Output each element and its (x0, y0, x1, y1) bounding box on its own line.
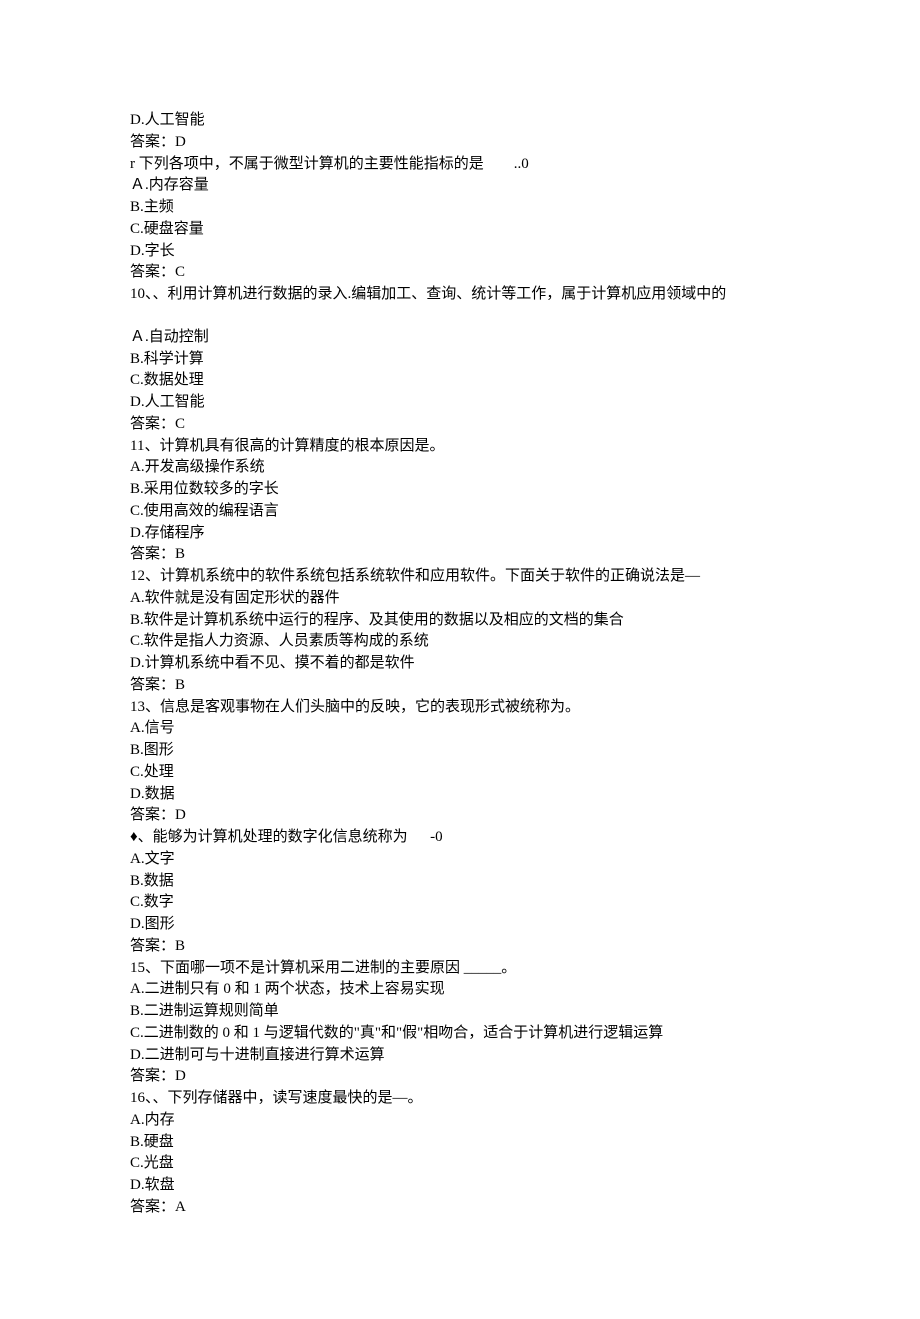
text-line: C.硬盘容量 (130, 219, 790, 241)
text-line: A.信号 (130, 718, 790, 740)
text-line: 15、下面哪一项不是计算机采用二进制的主要原因 _____。 (130, 958, 790, 980)
text-line: D.存储程序 (130, 523, 790, 545)
text-line: B.图形 (130, 740, 790, 762)
text-line: D.人工智能 (130, 110, 790, 132)
text-line: C.数字 (130, 892, 790, 914)
text-line: 答案：C (130, 262, 790, 284)
text-line: 答案：D (130, 805, 790, 827)
text-line: 答案：D (130, 132, 790, 154)
text-line: D.计算机系统中看不见、摸不着的都是软件 (130, 653, 790, 675)
text-line: B.科学计算 (130, 349, 790, 371)
document-page: D.人工智能答案：Dr 下列各项中，不属于微型计算机的主要性能指标的是 ..0Ａ… (0, 0, 920, 1319)
text-line: D.软盘 (130, 1175, 790, 1197)
text-line: C.数据处理 (130, 370, 790, 392)
text-line: 答案：B (130, 936, 790, 958)
text-line: ♦、能够为计算机处理的数字化信息统称为 -0 (130, 827, 790, 849)
text-line: A.文字 (130, 849, 790, 871)
document-body: D.人工智能答案：Dr 下列各项中，不属于微型计算机的主要性能指标的是 ..0Ａ… (130, 110, 790, 1219)
text-line: 答案：A (130, 1197, 790, 1219)
text-line: C.处理 (130, 762, 790, 784)
text-line: 12、计算机系统中的软件系统包括系统软件和应用软件。下面关于软件的正确说法是— (130, 566, 790, 588)
text-line: B.二进制运算规则简单 (130, 1001, 790, 1023)
text-line: 答案：D (130, 1066, 790, 1088)
blank-line (130, 306, 790, 327)
text-line: r 下列各项中，不属于微型计算机的主要性能指标的是 ..0 (130, 154, 790, 176)
text-line: 16、、下列存储器中，读写速度最快的是—。 (130, 1088, 790, 1110)
text-line: 11、计算机具有很高的计算精度的根本原因是。 (130, 436, 790, 458)
text-line: D.二进制可与十进制直接进行算术运算 (130, 1045, 790, 1067)
text-line: C.光盘 (130, 1153, 790, 1175)
text-line: Ａ.内存容量 (130, 175, 790, 197)
text-line: 答案：B (130, 675, 790, 697)
text-line: C.软件是指人力资源、人员素质等构成的系统 (130, 631, 790, 653)
text-line: B.主频 (130, 197, 790, 219)
text-line: C.二进制数的 0 和 1 与逻辑代数的"真"和"假"相吻合，适合于计算机进行逻… (130, 1023, 790, 1045)
text-line: B.采用位数较多的字长 (130, 479, 790, 501)
text-line: D.人工智能 (130, 392, 790, 414)
text-line: A.软件就是没有固定形状的器件 (130, 588, 790, 610)
text-line: 答案：C (130, 414, 790, 436)
text-line: A.二进制只有 0 和 1 两个状态，技术上容易实现 (130, 979, 790, 1001)
text-line: A.开发高级操作系统 (130, 457, 790, 479)
text-line: 13、信息是客观事物在人们头脑中的反映，它的表现形式被统称为。 (130, 697, 790, 719)
text-line: 答案：B (130, 544, 790, 566)
text-line: Ａ.自动控制 (130, 327, 790, 349)
text-line: B.数据 (130, 871, 790, 893)
text-line: D.图形 (130, 914, 790, 936)
text-line: A.内存 (130, 1110, 790, 1132)
text-line: D.数据 (130, 784, 790, 806)
text-line: B.软件是计算机系统中运行的程序、及其使用的数据以及相应的文档的集合 (130, 610, 790, 632)
text-line: B.硬盘 (130, 1132, 790, 1154)
text-line: D.字长 (130, 241, 790, 263)
text-line: 10、、利用计算机进行数据的录入.编辑加工、查询、统计等工作，属于计算机应用领域… (130, 284, 790, 306)
text-line: C.使用高效的编程语言 (130, 501, 790, 523)
